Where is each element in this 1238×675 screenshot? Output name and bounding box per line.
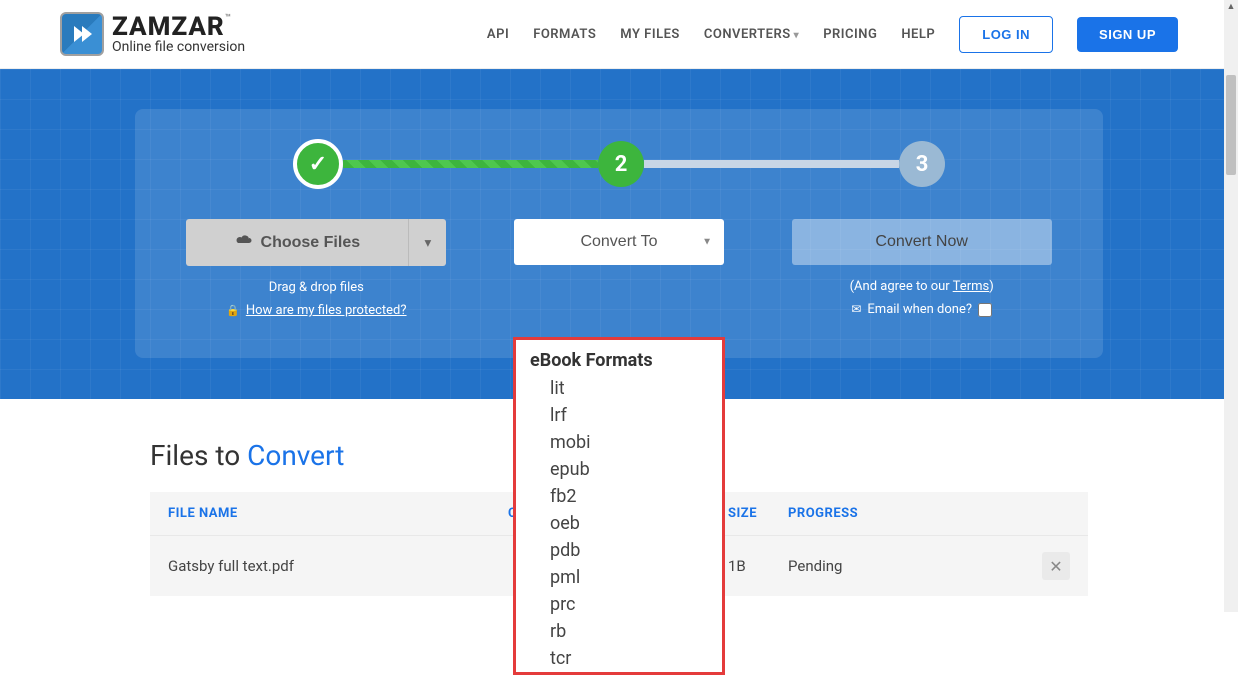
format-option-oeb[interactable]: oeb [516,510,722,537]
files-protected-link[interactable]: How are my files protected? [246,303,407,318]
convert-to-button[interactable]: Convert To ▼ [514,219,724,265]
format-option-pml[interactable]: pml [516,564,722,591]
step-1: ✓ [293,139,343,189]
nav-myfiles[interactable]: MY FILES [620,27,680,42]
scroll-up-arrow[interactable]: ▲ [1224,0,1238,14]
step-line-1-2 [343,160,598,168]
format-dropdown[interactable]: eBook Formats litlrfmobiepubfb2oebpdbpml… [513,337,725,675]
nav-pricing[interactable]: PRICING [823,27,877,42]
choose-files-caret[interactable]: ▾ [408,219,446,266]
format-option-fb2[interactable]: fb2 [516,483,722,510]
brand-tagline: Online file conversion [112,40,245,54]
choose-files-button[interactable]: Choose Files [186,219,408,266]
email-done-label: Email when done? [867,302,972,317]
terms-link[interactable]: Terms [953,279,990,294]
mail-icon [851,302,861,317]
top-nav: API FORMATS MY FILES CONVERTERS PRICING … [487,16,1178,53]
col-filename: FILE NAME [168,506,508,521]
step-3: 3 [899,141,945,187]
logo[interactable]: ZAMZAR™ Online file conversion [60,12,245,56]
chevron-down-icon: ▼ [702,237,712,248]
login-button[interactable]: LOG IN [959,16,1053,53]
format-option-epub[interactable]: epub [516,456,722,483]
nav-converters[interactable]: CONVERTERS [704,27,799,42]
cell-size: 1B [728,557,788,575]
nav-api[interactable]: API [487,27,509,42]
format-option-lit[interactable]: lit [516,375,722,402]
cell-progress: Pending [788,557,1042,575]
converter-card: ✓ 2 3 Choose Files ▾ Drag & drop files H… [135,109,1103,358]
brand-name: ZAMZAR [112,12,225,42]
drag-drop-hint: Drag & drop files [269,280,364,295]
page-scrollbar[interactable]: ▲ [1224,0,1238,612]
cloud-upload-icon [235,233,253,252]
col-size: SIZE [728,506,788,521]
scroll-thumb[interactable] [1226,75,1236,175]
header: ZAMZAR™ Online file conversion API FORMA… [0,0,1238,69]
format-option-rb[interactable]: rb [516,618,722,645]
format-option-pdb[interactable]: pdb [516,537,722,564]
hero: ✓ 2 3 Choose Files ▾ Drag & drop files H… [0,69,1238,399]
remove-file-button[interactable]: ✕ [1042,552,1070,580]
stepper: ✓ 2 3 [175,139,1063,189]
format-option-prc[interactable]: prc [516,591,722,618]
convert-now-button[interactable]: Convert Now [792,219,1052,265]
signup-button[interactable]: SIGN UP [1077,17,1178,52]
email-done-checkbox[interactable] [978,303,992,317]
format-option-lrf[interactable]: lrf [516,402,722,429]
step-line-2-3 [644,160,899,168]
cell-filename: Gatsby full text.pdf [168,557,508,575]
lock-icon [226,303,240,318]
col-progress: PROGRESS [788,506,1070,521]
logo-icon [60,12,104,56]
nav-formats[interactable]: FORMATS [533,27,596,42]
format-option-mobi[interactable]: mobi [516,429,722,456]
format-option-tcr[interactable]: tcr [516,645,722,672]
nav-help[interactable]: HELP [901,27,935,42]
dropdown-header: eBook Formats [516,340,722,375]
step-2: 2 [598,141,644,187]
choose-files-group: Choose Files ▾ [186,219,446,266]
